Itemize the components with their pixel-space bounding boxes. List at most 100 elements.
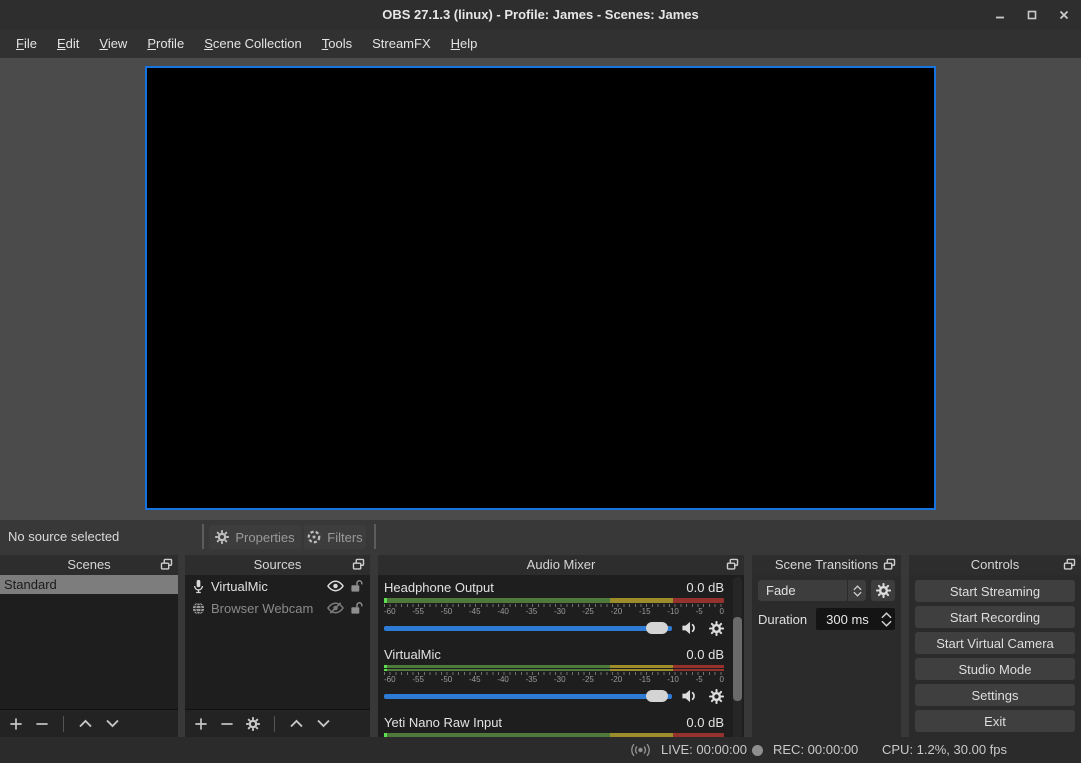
tick-label: -55 — [412, 607, 424, 616]
properties-button[interactable]: Properties — [209, 525, 301, 549]
tick-label: -5 — [696, 607, 703, 616]
audio-mixer-body: Headphone Output 0.0 dB -60-55-50-45-40-… — [378, 575, 744, 742]
meter-live-indicator — [384, 598, 387, 603]
audio-mixer-title: Audio Mixer — [527, 557, 596, 572]
window-title: OBS 27.1.3 (linux) - Profile: James - Sc… — [0, 0, 1081, 30]
combo-spinner-icons[interactable] — [847, 580, 866, 601]
menu-view[interactable]: View — [89, 30, 137, 58]
live-time: LIVE: 00:00:00 — [661, 737, 747, 763]
start-recording-button[interactable]: Start Recording — [915, 606, 1075, 628]
source-properties-gear-icon[interactable] — [246, 717, 260, 731]
volume-meter — [384, 665, 724, 671]
tick-label: -30 — [554, 607, 566, 616]
scenes-list: Standard — [0, 575, 178, 737]
status-bar: LIVE: 00:00:00 REC: 00:00:00 CPU: 1.2%, … — [0, 737, 1081, 763]
properties-label: Properties — [235, 530, 294, 545]
popout-icon[interactable] — [352, 558, 365, 571]
volume-slider-handle[interactable] — [646, 622, 668, 634]
tick-label: -20 — [611, 675, 623, 684]
controls-header: Controls — [909, 555, 1081, 575]
scene-item-standard[interactable]: Standard — [0, 575, 178, 594]
start-virtual-camera-button[interactable]: Start Virtual Camera — [915, 632, 1075, 654]
menu-scene-collection[interactable]: Scene Collection — [194, 30, 312, 58]
tick-label: -60 — [384, 675, 396, 684]
menu-file[interactable]: File — [6, 30, 47, 58]
toolbar-separator — [374, 524, 376, 549]
source-item-browser-webcam[interactable]: Browser Webcam — [185, 597, 370, 619]
minimize-icon[interactable] — [991, 6, 1009, 24]
volume-slider-handle[interactable] — [646, 690, 668, 702]
source-name: Browser Webcam — [211, 601, 321, 616]
tick-label: 0 — [720, 675, 724, 684]
volume-slider[interactable] — [384, 694, 672, 699]
transition-properties-gear-icon[interactable] — [871, 580, 895, 601]
tick-label: -15 — [639, 675, 651, 684]
popout-icon[interactable] — [1063, 558, 1076, 571]
lock-open-icon[interactable] — [350, 601, 363, 615]
menu-profile[interactable]: Profile — [137, 30, 194, 58]
studio-mode-button[interactable]: Studio Mode — [915, 658, 1075, 680]
tick-label: -50 — [441, 607, 453, 616]
lock-open-icon[interactable] — [350, 579, 363, 593]
add-source-icon[interactable] — [194, 717, 208, 731]
maximize-icon[interactable] — [1023, 6, 1041, 24]
move-scene-up-icon[interactable] — [78, 719, 93, 728]
menu-bar: File Edit View Profile Scene Collection … — [0, 30, 1081, 58]
move-scene-down-icon[interactable] — [105, 719, 120, 728]
eye-icon[interactable] — [327, 580, 344, 592]
popout-icon[interactable] — [883, 558, 896, 571]
volume-meter — [384, 598, 724, 603]
scene-transitions-header: Scene Transitions — [752, 555, 901, 575]
menu-streamfx[interactable]: StreamFX — [362, 30, 441, 58]
transition-selected-value: Fade — [758, 583, 847, 598]
spinbox-arrow-icons[interactable] — [877, 612, 895, 627]
channel-settings-gear-icon[interactable] — [709, 689, 724, 704]
duration-spinbox[interactable]: 300 ms — [816, 608, 895, 630]
start-streaming-button[interactable]: Start Streaming — [915, 580, 1075, 602]
move-source-down-icon[interactable] — [316, 719, 331, 728]
remove-scene-icon[interactable] — [35, 717, 49, 731]
add-scene-icon[interactable] — [9, 717, 23, 731]
remove-source-icon[interactable] — [220, 717, 234, 731]
tick-label: -30 — [554, 675, 566, 684]
mixer-scrollbar-thumb[interactable] — [733, 617, 742, 701]
tick-label: -5 — [696, 675, 703, 684]
transition-select[interactable]: Fade — [758, 580, 866, 601]
mixer-channel-headphone-output: Headphone Output 0.0 dB -60-55-50-45-40-… — [384, 580, 724, 636]
controls-panel: Controls Start Streaming Start Recording… — [909, 555, 1081, 737]
gear-icon — [215, 530, 229, 544]
filters-button[interactable]: Filters — [304, 525, 366, 549]
source-status-label: No source selected — [8, 520, 119, 553]
meter-scale: -60-55-50-45-40-35-30-25-20-15-10-50 — [384, 607, 724, 616]
source-name: VirtualMic — [211, 579, 321, 594]
exit-button[interactable]: Exit — [915, 710, 1075, 732]
sources-header: Sources — [185, 555, 370, 575]
tick-label: 0 — [720, 607, 724, 616]
eye-slash-icon[interactable] — [327, 602, 344, 614]
menu-tools[interactable]: Tools — [312, 30, 362, 58]
speaker-icon[interactable] — [681, 620, 700, 636]
menu-help[interactable]: Help — [441, 30, 488, 58]
scene-transitions-panel: Scene Transitions Fade — [752, 555, 901, 737]
scenes-header: Scenes — [0, 555, 178, 575]
popout-icon[interactable] — [726, 558, 739, 571]
move-source-up-icon[interactable] — [289, 719, 304, 728]
preview-canvas[interactable] — [145, 66, 936, 510]
scenes-panel: Scenes Standard — [0, 555, 178, 737]
speaker-icon[interactable] — [681, 688, 700, 704]
close-icon[interactable] — [1055, 6, 1073, 24]
mixer-scrollbar[interactable] — [733, 577, 742, 740]
controls-body: Start Streaming Start Recording Start Vi… — [909, 575, 1081, 747]
settings-button[interactable]: Settings — [915, 684, 1075, 706]
tick-label: -35 — [526, 607, 538, 616]
sources-title: Sources — [254, 557, 302, 572]
popout-icon[interactable] — [160, 558, 173, 571]
scene-transitions-body: Fade Duration 300 ms — [752, 575, 901, 747]
toolbar-separator — [202, 524, 204, 549]
channel-settings-gear-icon[interactable] — [709, 621, 724, 636]
volume-slider[interactable] — [384, 626, 672, 631]
menu-edit[interactable]: Edit — [47, 30, 89, 58]
channel-name: Yeti Nano Raw Input — [384, 715, 502, 731]
source-item-virtualmic[interactable]: VirtualMic — [185, 575, 370, 597]
tick-label: -40 — [497, 607, 509, 616]
